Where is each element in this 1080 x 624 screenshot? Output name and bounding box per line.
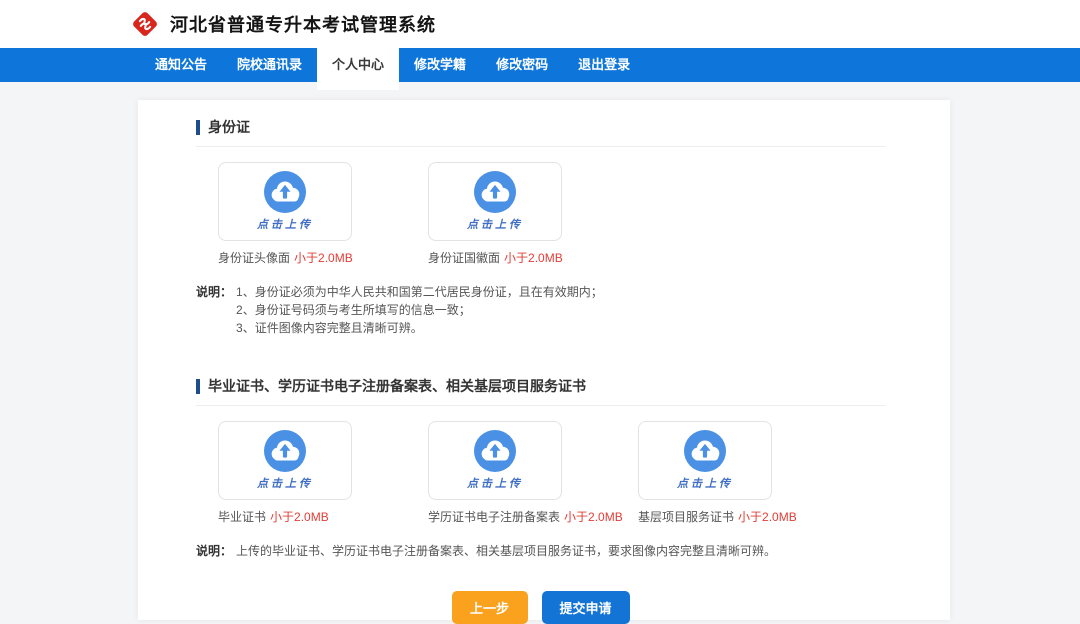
notes-label: 说明： [196,283,232,337]
upload-button-label: 点击上传 [257,475,313,491]
upload-caption: 身份证国徽面小于2.0MB [428,249,562,266]
upload-caption: 毕业证书小于2.0MB [218,508,352,525]
upload-box-registration-form[interactable]: 点击上传 [428,421,562,500]
section-certificates: 毕业证书、学历证书电子注册备案表、相关基层项目服务证书 [196,376,885,560]
section-notes: 说明： 1、身份证必须为中华人民共和国第二代居民身份证，且在有效期内； 2、身份… [196,283,885,337]
nav-tab-logout[interactable]: 退出登录 [563,48,645,82]
nav-tab-change-password[interactable]: 修改密码 [481,48,563,82]
upload-col-id-back: 点击上传 身份证国徽面小于2.0MB [428,162,562,266]
upload-size-limit: 小于2.0MB [738,510,797,524]
upload-size-limit: 小于2.0MB [294,251,353,265]
cloud-upload-icon [264,430,306,472]
nav-tab-personal-center[interactable]: 个人中心 [317,48,399,90]
note-line: 1、身份证必须为中华人民共和国第二代居民身份证，且在有效期内； [236,283,603,301]
upload-col-diploma: 点击上传 毕业证书小于2.0MB [218,421,352,525]
cloud-upload-icon [264,171,306,213]
section-notes: 说明： 上传的毕业证书、学历证书电子注册备案表、相关基层项目服务证书，要求图像内… [196,542,885,560]
section-accent-bar [196,120,200,135]
upload-col-service-certificate: 点击上传 基层项目服务证书小于2.0MB [638,421,772,525]
notes-label: 说明： [196,542,232,560]
upload-col-registration-form: 点击上传 学历证书电子注册备案表小于2.0MB [428,421,562,525]
cloud-upload-icon [474,430,516,472]
content-card: 身份证 [138,100,950,620]
upload-box-diploma[interactable]: 点击上传 [218,421,352,500]
upload-name: 基层项目服务证书 [638,510,734,524]
upload-button-label: 点击上传 [467,216,523,232]
upload-box-id-back[interactable]: 点击上传 [428,162,562,241]
section-accent-bar [196,379,200,394]
upload-size-limit: 小于2.0MB [564,510,623,524]
upload-col-id-front: 点击上传 身份证头像面小于2.0MB [218,162,352,266]
upload-box-id-front[interactable]: 点击上传 [218,162,352,241]
section-divider [196,146,885,147]
upload-name: 毕业证书 [218,510,266,524]
page-title: 河北省普通专升本考试管理系统 [170,11,436,37]
upload-box-service-certificate[interactable]: 点击上传 [638,421,772,500]
cloud-upload-icon [474,171,516,213]
nav-tab-notices[interactable]: 通知公告 [140,48,222,82]
upload-button-label: 点击上传 [677,475,733,491]
upload-caption: 学历证书电子注册备案表小于2.0MB [428,508,562,525]
section-title: 身份证 [208,117,250,137]
upload-name: 学历证书电子注册备案表 [428,510,560,524]
section-divider [196,405,885,406]
nav-tab-school-directory[interactable]: 院校通讯录 [222,48,317,82]
upload-button-label: 点击上传 [257,216,313,232]
upload-name: 身份证国徽面 [428,251,500,265]
upload-caption: 身份证头像面小于2.0MB [218,249,352,266]
logo-icon [130,9,160,39]
upload-name: 身份证头像面 [218,251,290,265]
upload-size-limit: 小于2.0MB [504,251,563,265]
nav-tab-edit-student-status[interactable]: 修改学籍 [399,48,481,82]
note-line: 上传的毕业证书、学历证书电子注册备案表、相关基层项目服务证书，要求图像内容完整且… [236,542,776,560]
page-background: 身份证 [0,82,1080,608]
cloud-upload-icon [684,430,726,472]
note-line: 3、证件图像内容完整且清晰可辨。 [236,319,603,337]
section-title: 毕业证书、学历证书电子注册备案表、相关基层项目服务证书 [208,376,586,396]
upload-size-limit: 小于2.0MB [270,510,329,524]
main-nav: 通知公告 院校通讯录 个人中心 修改学籍 修改密码 退出登录 [0,48,1080,82]
upload-button-label: 点击上传 [467,475,523,491]
app-header: 河北省普通专升本考试管理系统 [0,0,1080,48]
upload-caption: 基层项目服务证书小于2.0MB [638,508,772,525]
note-line: 2、身份证号码须与考生所填写的信息一致； [236,301,603,319]
section-id-card: 身份证 [196,117,885,337]
